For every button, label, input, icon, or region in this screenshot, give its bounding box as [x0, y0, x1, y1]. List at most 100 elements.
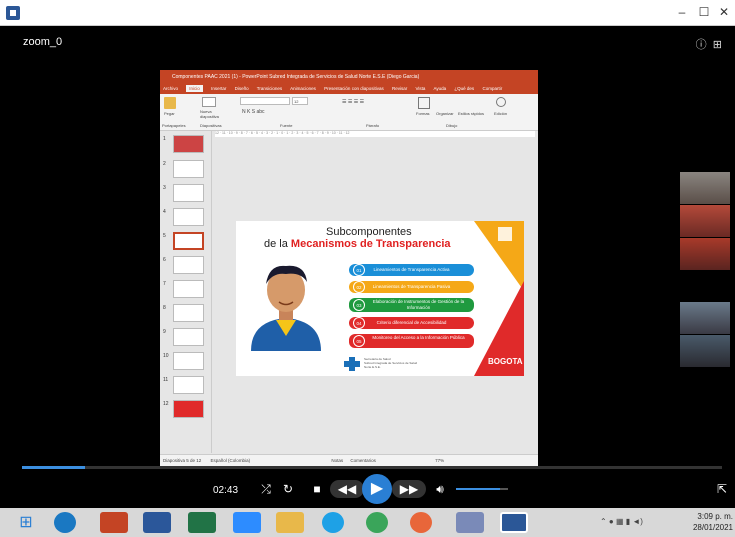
slide-thumbnail-3[interactable]: [173, 184, 204, 202]
tab-ayuda[interactable]: Ayuda: [433, 86, 446, 91]
horizontal-ruler: 12 · 11 · 10 · 9 · 8 · 7 · 6 · 5 · 4 · 3…: [215, 131, 535, 137]
info-icon[interactable]: ⓘ: [696, 39, 707, 51]
list-item-4: 04 Criterio diferencial de Accesibilidad: [349, 317, 474, 329]
chrome-icon[interactable]: [366, 512, 388, 533]
slide-title-line2: de la Mecanismos de Transparencia: [264, 238, 451, 250]
new-slide-icon[interactable]: [202, 97, 216, 107]
zoom-icon[interactable]: [233, 512, 261, 533]
slide-thumbnail-11[interactable]: [173, 376, 204, 394]
paragraph-buttons[interactable]: ☰ ☰ ☰ ☰: [342, 99, 364, 105]
slide-thumbnail-4[interactable]: [173, 208, 204, 226]
slide-thumbnail-6[interactable]: [173, 256, 204, 274]
media-player-icon[interactable]: [500, 512, 528, 533]
excel-icon[interactable]: [188, 512, 216, 533]
list-item-1: 01 Lineamientos de Transparencia Activa: [349, 264, 474, 276]
decorative-shapes: [474, 221, 524, 376]
font-format-buttons[interactable]: N K S abc: [242, 109, 265, 115]
current-slide[interactable]: Subcomponentes de la Mecanismos de Trans…: [236, 221, 524, 376]
file-explorer-icon[interactable]: [276, 512, 304, 533]
view-icons[interactable]: ⓘ ⊞: [696, 36, 722, 52]
word-icon[interactable]: [143, 512, 171, 533]
slide-thumbnail-8[interactable]: [173, 304, 204, 322]
volume-slider[interactable]: [456, 488, 508, 490]
rewind-button[interactable]: ◀◀: [330, 480, 364, 498]
tab-archivo[interactable]: Archivo: [163, 86, 178, 91]
participant-video-3[interactable]: [680, 238, 730, 270]
maximize-button[interactable]: ☐: [694, 3, 714, 21]
seek-bar-fill: [22, 466, 85, 469]
arrange-button[interactable]: Organizar: [436, 111, 454, 116]
language-indicator[interactable]: Español (Colombia): [211, 458, 251, 463]
participant-video-1[interactable]: [680, 172, 730, 204]
thumb-number: 9: [163, 329, 166, 335]
slide-thumbnail-1[interactable]: [173, 135, 204, 153]
tab-vista[interactable]: Vista: [416, 86, 426, 91]
slide-thumbnail-5-selected[interactable]: [173, 232, 204, 250]
seek-bar[interactable]: [22, 466, 722, 469]
play-button[interactable]: ▶: [362, 474, 392, 504]
tab-revisar[interactable]: Revisar: [392, 86, 407, 91]
minimize-button[interactable]: –: [672, 3, 692, 21]
system-tray-icons[interactable]: ⌃ ● ▦ ▮ ◄): [600, 517, 643, 526]
edit-button[interactable]: Edición: [494, 111, 507, 116]
meeting-title: zoom_0: [23, 36, 63, 48]
slide-thumbnail-7[interactable]: [173, 280, 204, 298]
group-label-font: Fuente: [280, 123, 293, 128]
slide-thumbnail-9[interactable]: [173, 328, 204, 346]
new-slide-button[interactable]: Nueva diapositiva: [200, 109, 224, 119]
item-text: Lineamientos de Transparencia Activa: [373, 267, 450, 272]
participant-video-5[interactable]: [680, 335, 730, 367]
shapes-icon[interactable]: [418, 97, 430, 109]
powerpoint-icon[interactable]: [100, 512, 128, 533]
person-illustration: [251, 265, 321, 351]
thumb-number: 12: [163, 401, 169, 407]
tab-presentacion[interactable]: Presentación con diapositivas: [324, 86, 384, 91]
font-size-input[interactable]: 12: [292, 97, 308, 105]
thumb-number: 4: [163, 209, 166, 215]
app-icon-generic[interactable]: [456, 512, 484, 533]
tab-compartir[interactable]: Compartir: [482, 86, 502, 91]
slide-thumbnail-2[interactable]: [173, 160, 204, 178]
slide-thumbnails-pane[interactable]: 1 2 3 4 5 6 7 8 9 10 11 12: [160, 131, 212, 453]
repeat-icon[interactable]: ↻: [280, 482, 296, 496]
tab-animaciones[interactable]: Animaciones: [290, 86, 316, 91]
paste-button[interactable]: Pegar: [164, 111, 175, 116]
bogota-logo-text: BOGOTA: [488, 357, 523, 366]
ppt-ribbon: Pegar Nueva diapositiva 12 N K S abc ☰ ☰…: [160, 94, 538, 131]
comments-button[interactable]: Comentarios: [350, 458, 376, 463]
quick-styles-button[interactable]: Estilos rápidos: [458, 111, 484, 116]
close-button[interactable]: ✕: [714, 3, 734, 21]
firefox-icon[interactable]: [410, 512, 432, 533]
slide-thumbnail-10[interactable]: [173, 352, 204, 370]
slide-title-line1: Subcomponentes: [326, 226, 412, 238]
participant-video-2[interactable]: [680, 205, 730, 237]
paste-icon[interactable]: [164, 97, 176, 109]
fullscreen-icon[interactable]: ⇱: [714, 482, 730, 496]
shuffle-icon[interactable]: ⤮: [256, 482, 276, 497]
zoom-level[interactable]: 77%: [435, 458, 444, 463]
stop-icon[interactable]: ■: [310, 482, 324, 496]
edge-icon[interactable]: [54, 512, 76, 533]
slide-thumbnail-12[interactable]: [173, 400, 204, 418]
start-windows-icon[interactable]: ⊞: [12, 512, 40, 533]
volume-icon[interactable]: 🔊︎: [430, 482, 450, 497]
participant-video-4[interactable]: [680, 302, 730, 334]
shapes-button[interactable]: Formas: [416, 111, 430, 116]
tab-transiciones[interactable]: Transiciones: [257, 86, 282, 91]
thumb-number: 1: [163, 136, 166, 142]
fast-forward-button[interactable]: ▶▶: [392, 480, 426, 498]
font-name-input[interactable]: [240, 97, 290, 105]
ppt-status-bar: Diapositiva 5 de 12 Español (Colombia) N…: [160, 454, 538, 466]
taskbar-clock[interactable]: 3:09 p. m. 28/01/2021: [693, 511, 733, 533]
notes-button[interactable]: Notas: [331, 458, 343, 463]
internet-explorer-icon[interactable]: [322, 512, 344, 533]
item-text: Criterio diferencial de Accesibilidad: [376, 320, 447, 325]
tab-inicio[interactable]: Inicio: [186, 85, 203, 92]
tab-tell-me[interactable]: ¿Qué des: [454, 86, 474, 91]
search-icon[interactable]: [496, 97, 506, 107]
tab-insertar[interactable]: Insertar: [211, 86, 226, 91]
tab-diseno[interactable]: Diseño: [235, 86, 249, 91]
gallery-icon[interactable]: ⊞: [713, 39, 722, 51]
slide-counter: Diapositiva 5 de 12: [163, 458, 202, 463]
slide-title-prefix: de la: [264, 238, 288, 250]
